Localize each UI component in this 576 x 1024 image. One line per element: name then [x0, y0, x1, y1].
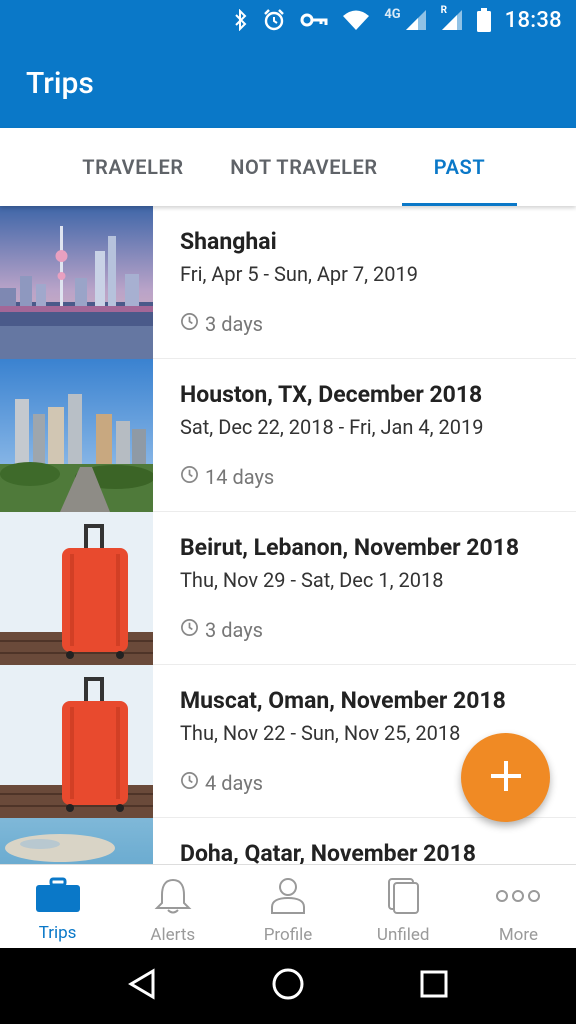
trip-name: Doha, Qatar, November 2018 — [180, 840, 476, 864]
tab-not-traveler[interactable]: NOT TRAVELER — [214, 128, 394, 206]
nav-trips-label: Trips — [38, 923, 77, 943]
person-icon — [268, 877, 308, 919]
vpn-key-icon — [300, 12, 328, 28]
trip-image-shanghai-skyline — [0, 206, 153, 359]
trip-name: Muscat, Oman, November 2018 — [180, 687, 506, 714]
trip-name: Houston, TX, December 2018 — [180, 381, 483, 408]
recents-square-icon[interactable] — [419, 969, 449, 1003]
alarm-clock-icon — [262, 8, 286, 32]
trip-duration: 3 days — [180, 618, 263, 642]
nav-profile-label: Profile — [263, 925, 313, 945]
status-bar: 4G R 18:38 — [0, 0, 576, 40]
trip-card-beirut[interactable]: Beirut, Lebanon, November 2018 Thu, Nov … — [0, 512, 576, 665]
roaming-label: R — [440, 5, 448, 16]
trip-duration: 14 days — [180, 465, 274, 489]
clock-time: 18:38 — [504, 7, 562, 33]
tab-traveler[interactable]: TRAVELER — [62, 128, 204, 206]
trip-name: Beirut, Lebanon, November 2018 — [180, 534, 520, 561]
clock-icon — [180, 618, 199, 642]
more-dots-icon — [494, 877, 542, 919]
clock-icon — [180, 312, 199, 336]
clock-icon — [180, 771, 199, 795]
trip-dates: Thu, Nov 29 - Sat, Dec 1, 2018 — [180, 568, 444, 592]
trip-dates: Sat, Dec 22, 2018 - Fri, Jan 4, 2019 — [180, 415, 484, 439]
trip-duration-text: 4 days — [205, 771, 263, 795]
trip-duration: 3 days — [180, 312, 263, 336]
home-circle-icon[interactable] — [271, 967, 305, 1005]
trip-image-red-suitcase — [0, 512, 153, 665]
trip-image-houston-skyline — [0, 359, 153, 512]
briefcase-icon — [35, 877, 81, 917]
documents-icon — [383, 877, 423, 919]
nav-unfiled-label: Unfiled — [376, 925, 430, 945]
plus-icon — [488, 758, 524, 798]
tab-past[interactable]: PAST — [402, 128, 517, 206]
trip-card-doha[interactable]: Doha, Qatar, November 2018 — [0, 818, 576, 864]
add-trip-button[interactable] — [461, 733, 550, 822]
trip-duration: 4 days — [180, 771, 263, 795]
trip-card-shanghai[interactable]: Shanghai Fri, Apr 5 - Sun, Apr 7, 2019 3… — [0, 206, 576, 359]
network-type-label: 4G — [384, 6, 401, 22]
trip-duration-text: 3 days — [205, 312, 263, 336]
nav-trips[interactable]: Trips — [0, 865, 115, 948]
trip-dates: Thu, Nov 22 - Sun, Nov 25, 2018 — [180, 721, 461, 745]
nav-profile[interactable]: Profile — [230, 865, 345, 948]
trip-dates: Fri, Apr 5 - Sun, Apr 7, 2019 — [180, 262, 418, 286]
bell-icon — [153, 877, 193, 919]
cell-signal-roaming-icon: R — [441, 5, 463, 31]
trip-image-doha-coast — [0, 818, 153, 864]
clock-icon — [180, 465, 199, 489]
tab-bar: TRAVELER NOT TRAVELER PAST — [0, 128, 576, 206]
nav-more[interactable]: More — [461, 865, 576, 948]
nav-unfiled[interactable]: Unfiled — [346, 865, 461, 948]
wifi-icon — [342, 9, 370, 31]
bottom-navigation: Trips Alerts Profile Unfiled More — [0, 864, 576, 948]
trip-duration-text: 14 days — [205, 465, 275, 489]
trip-name: Shanghai — [180, 228, 277, 255]
cell-signal-icon — [405, 9, 427, 31]
trip-card-houston[interactable]: Houston, TX, December 2018 Sat, Dec 22, … — [0, 359, 576, 512]
bluetooth-icon — [234, 9, 248, 31]
nav-alerts-label: Alerts — [150, 925, 196, 945]
nav-more-label: More — [498, 925, 538, 945]
trip-image-red-suitcase — [0, 665, 153, 818]
back-triangle-icon[interactable] — [127, 968, 157, 1004]
trip-duration-text: 3 days — [205, 618, 263, 642]
nav-alerts[interactable]: Alerts — [115, 865, 230, 948]
app-bar: Trips — [0, 40, 576, 128]
page-title: Trips — [26, 66, 94, 101]
battery-icon — [476, 8, 491, 32]
system-navigation-bar — [0, 948, 576, 1024]
